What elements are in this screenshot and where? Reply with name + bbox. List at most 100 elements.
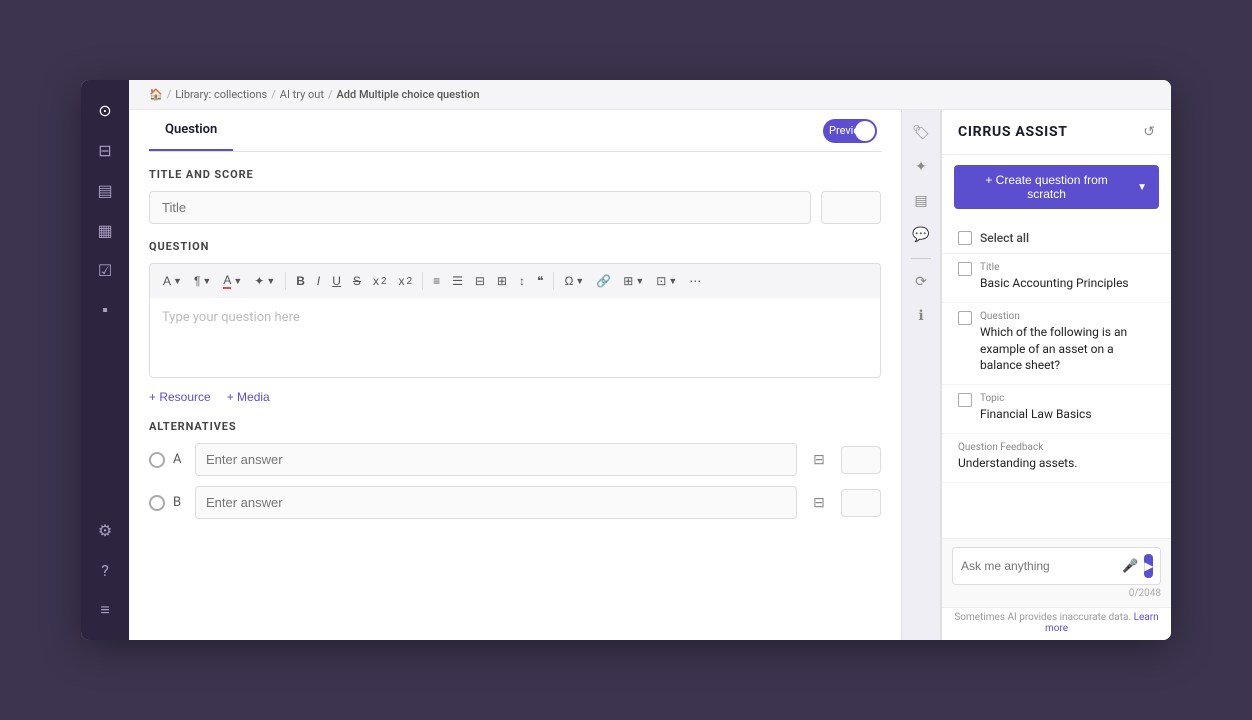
editor-main: Question Preview TITLE AND SCORE 1 QUES	[129, 110, 901, 640]
side-tool-layout[interactable]: ▤	[906, 186, 936, 216]
assist-send-btn[interactable]: ▶	[1144, 554, 1153, 578]
tab-bar: Question Preview	[149, 110, 881, 152]
toolbar-strikethrough-btn[interactable]: S	[348, 271, 366, 291]
sidebar: ⊙ ⊟ ▤ ▦ ☑ ▪ ⚙ ? ≡	[81, 80, 129, 640]
main-content: 🏠 / Library: collections / AI try out / …	[129, 80, 1171, 640]
alt-radio-a[interactable]	[149, 452, 165, 468]
toolbar-more-btn[interactable]: ⋯	[684, 271, 706, 291]
toolbar-subscript-btn[interactable]: x2	[394, 271, 418, 291]
alt-score-b[interactable]: 0	[841, 489, 881, 517]
side-tool-comment[interactable]: 💬	[906, 220, 936, 250]
alt-score-a[interactable]: 0	[841, 446, 881, 474]
score-input[interactable]: 1	[821, 191, 881, 224]
toolbar-underline-btn[interactable]: U	[327, 271, 346, 291]
toolbar-print-btn[interactable]: ⊡▼	[651, 271, 682, 291]
toolbar-table-btn[interactable]: ⊞▼	[618, 271, 649, 291]
question-section-label: QUESTION	[149, 240, 881, 253]
sidebar-icon-settings[interactable]: ⚙	[87, 512, 123, 548]
sidebar-icon-checklist[interactable]: ☑	[87, 252, 123, 288]
assist-refresh-btn[interactable]: ↺	[1143, 124, 1155, 140]
assist-item-title-header: Title Basic Accounting Principles	[958, 262, 1155, 292]
toolbar-text-color-btn[interactable]: A▼	[218, 270, 247, 292]
sidebar-icon-calendar[interactable]: ▦	[87, 212, 123, 248]
breadcrumb-sep2: /	[271, 88, 276, 101]
assist-mic-btn[interactable]: 🎤	[1122, 559, 1138, 574]
assist-create-btn-label: + Create question from scratch	[966, 173, 1127, 201]
toggle-knob	[855, 121, 875, 141]
sidebar-icon-document[interactable]: ▤	[87, 172, 123, 208]
title-score-row: 1	[149, 191, 881, 224]
toolbar-indent-inc-btn[interactable]: ⊞	[492, 271, 512, 291]
assist-chat-input-row: 🎤 ▶	[952, 547, 1161, 585]
assist-create-btn[interactable]: + Create question from scratch ▼	[954, 165, 1159, 209]
assist-chat-input[interactable]	[961, 559, 1116, 573]
assist-item-question-checkbox[interactable]	[958, 311, 972, 325]
toolbar-align-center-btn[interactable]: ☰	[447, 271, 468, 291]
alt-letter-b: B	[173, 495, 187, 510]
assist-item-topic-content: Topic Financial Law Basics	[980, 393, 1092, 423]
side-tools: 🏷 ✦ ▤ 💬 ⟳ ℹ	[901, 110, 941, 640]
alternatives-list: A ⊟ 0 B ⊟ 0	[149, 443, 881, 519]
toolbar-italic-btn[interactable]: I	[312, 271, 325, 291]
toolbar-link-btn[interactable]: 🔗	[591, 271, 616, 291]
alt-input-a[interactable]	[195, 443, 797, 476]
sidebar-icon-chart[interactable]: ▪	[87, 292, 123, 328]
assist-disclaimer: Sometimes AI provides inaccurate data. L…	[942, 607, 1171, 640]
toolbar-indent-dec-btn[interactable]: ⊟	[470, 271, 490, 291]
assist-item-question: Question Which of the following is an ex…	[942, 303, 1171, 385]
toolbar-bold-btn[interactable]: B	[291, 271, 310, 291]
select-all-checkbox[interactable]	[958, 231, 972, 245]
assist-item-title-checkbox[interactable]	[958, 262, 972, 276]
toolbar-align-left-btn[interactable]: ≡	[428, 271, 445, 291]
toolbar: A▼ ¶▼ A▼ ✦▼ B I U S x2 x2 ≡ ☰ ⊟ ⊞ ↕	[149, 263, 881, 298]
sidebar-icon-compass[interactable]: ⊙	[87, 92, 123, 128]
side-tool-history[interactable]: ⟳	[906, 267, 936, 297]
assist-title: CIRRUS ASSIST	[958, 124, 1068, 140]
assist-item-feedback-label: Question feedback	[958, 442, 1077, 453]
breadcrumb-library[interactable]: Library: collections	[175, 88, 267, 101]
preview-toggle-container: Preview	[823, 119, 877, 143]
alt-copy-btn-b[interactable]: ⊟	[805, 489, 833, 517]
toolbar-special-char-btn[interactable]: Ω▼	[559, 271, 589, 291]
title-input[interactable]	[149, 191, 811, 224]
assist-item-topic-label: Topic	[980, 393, 1092, 404]
assist-select-all-row[interactable]: Select all	[942, 223, 1171, 254]
alternative-row-b: B ⊟ 0	[149, 486, 881, 519]
add-resource-btn[interactable]: + Resource	[149, 390, 211, 404]
assist-item-question-text: Which of the following is an example of …	[980, 324, 1155, 374]
alt-letter-a: A	[173, 452, 187, 467]
toolbar-quote-btn[interactable]: ❝	[532, 271, 548, 291]
assist-item-title-label: Title	[980, 262, 1129, 273]
preview-toggle-switch[interactable]: Preview	[823, 119, 877, 143]
assist-item-title: Title Basic Accounting Principles	[942, 254, 1171, 303]
toolbar-highlight-btn[interactable]: ✦▼	[249, 271, 280, 291]
side-tool-tag[interactable]: 🏷	[906, 118, 936, 148]
toolbar-line-height-btn[interactable]: ↕	[514, 271, 530, 291]
add-media-btn[interactable]: + Media	[227, 390, 270, 404]
sidebar-icon-menu[interactable]: ≡	[87, 592, 123, 628]
tab-question[interactable]: Question	[149, 110, 233, 151]
alt-copy-btn-a[interactable]: ⊟	[805, 446, 833, 474]
assist-item-question-header: Question Which of the following is an ex…	[958, 311, 1155, 374]
title-score-section-label: TITLE AND SCORE	[149, 168, 881, 181]
assist-item-topic: Topic Financial Law Basics	[942, 385, 1171, 434]
assist-item-topic-header: Topic Financial Law Basics	[958, 393, 1155, 423]
editor-area: Question Preview TITLE AND SCORE 1 QUES	[129, 110, 1171, 640]
breadcrumb-home-icon[interactable]: 🏠	[149, 88, 163, 101]
breadcrumb-sep3: /	[328, 88, 333, 101]
toolbar-font-btn[interactable]: A▼	[158, 271, 187, 291]
select-all-label: Select all	[980, 231, 1029, 245]
side-tool-info[interactable]: ℹ	[906, 301, 936, 331]
question-editor[interactable]: Type your question here	[149, 298, 881, 378]
side-tool-sparkle[interactable]: ✦	[906, 152, 936, 182]
assist-item-topic-checkbox[interactable]	[958, 393, 972, 407]
assist-item-title-content: Title Basic Accounting Principles	[980, 262, 1129, 292]
sidebar-icon-library[interactable]: ⊟	[87, 132, 123, 168]
toolbar-superscript-btn[interactable]: x2	[368, 271, 392, 291]
sidebar-icon-help[interactable]: ?	[87, 552, 123, 588]
breadcrumb-ai-try-out[interactable]: AI try out	[280, 88, 324, 101]
alt-radio-b[interactable]	[149, 495, 165, 511]
alternatives-section-label: ALTERNATIVES	[149, 420, 881, 433]
toolbar-paragraph-btn[interactable]: ¶▼	[189, 271, 216, 291]
alt-input-b[interactable]	[195, 486, 797, 519]
